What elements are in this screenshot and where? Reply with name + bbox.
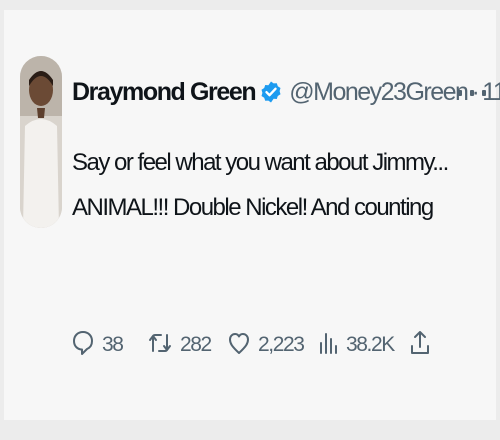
verified-badge-icon bbox=[259, 80, 283, 104]
avatar[interactable] bbox=[20, 56, 62, 228]
reply-icon bbox=[72, 329, 94, 362]
views-button[interactable]: 38.2K bbox=[318, 325, 395, 365]
retweet-icon bbox=[148, 329, 172, 362]
like-count: 2,223 bbox=[258, 333, 305, 356]
views-count: 38.2K bbox=[346, 333, 395, 356]
like-button[interactable]: 2,223 bbox=[228, 325, 305, 365]
reply-button[interactable]: 38 bbox=[72, 325, 124, 365]
share-icon bbox=[410, 329, 430, 362]
tweet-text: Say or feel what you want about Jimmy...… bbox=[72, 149, 449, 221]
reply-count: 38 bbox=[102, 333, 124, 356]
retweet-button[interactable]: 282 bbox=[148, 325, 212, 365]
author-name[interactable]: Draymond Green bbox=[72, 78, 257, 107]
retweet-count: 282 bbox=[180, 333, 212, 356]
tweet-header: Draymond Green @Money23Green · 11m bbox=[72, 72, 500, 112]
share-button[interactable] bbox=[410, 325, 430, 365]
author-handle[interactable]: @Money23Green bbox=[289, 78, 469, 107]
views-icon bbox=[318, 329, 338, 362]
like-icon bbox=[228, 329, 250, 362]
tweet-card[interactable]: Draymond Green @Money23Green · 11m Say o… bbox=[4, 10, 500, 420]
more-icon[interactable] bbox=[458, 83, 486, 103]
action-bar: 38 282 2,223 38.2K bbox=[72, 325, 444, 365]
